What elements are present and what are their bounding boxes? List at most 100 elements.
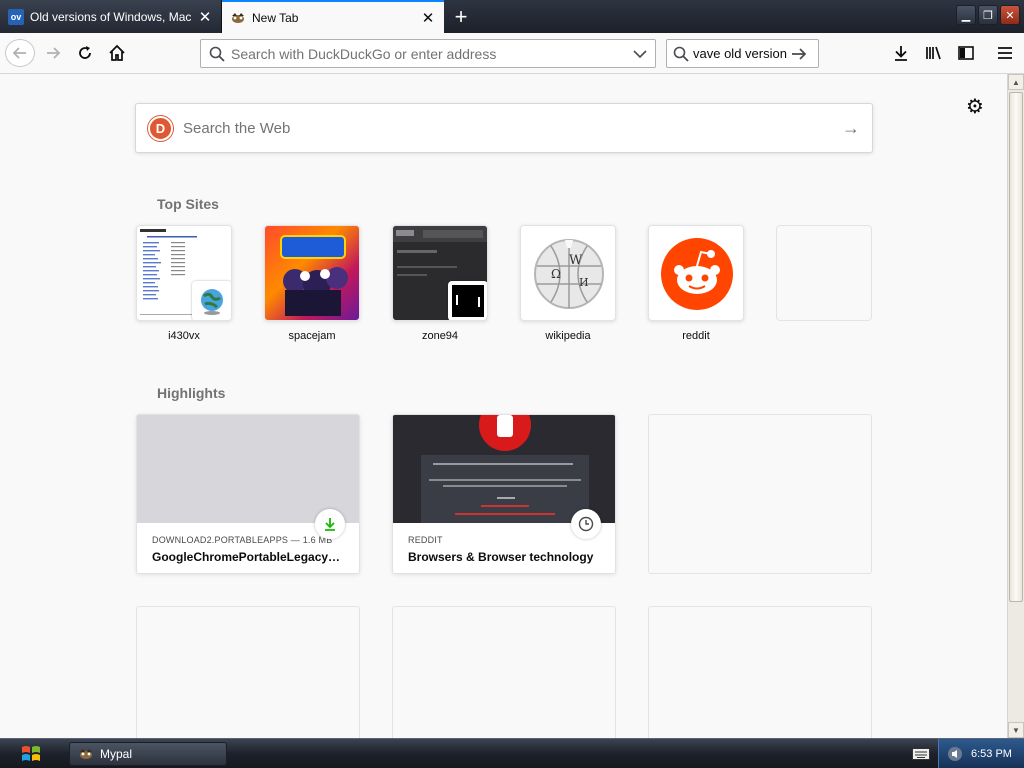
search-icon [209,46,225,62]
spacejam-poster-image [280,235,348,316]
svg-text:Ω: Ω [551,267,561,281]
url-bar[interactable] [200,39,656,68]
search-arrow-icon[interactable]: → [842,118,860,139]
empty-highlight-slot [136,606,360,738]
top-site-reddit[interactable]: reddit [648,225,744,342]
library-button[interactable] [919,39,949,67]
close-window-icon[interactable]: ✕ [1000,5,1020,25]
pong-icon [448,281,487,320]
top-site-empty-slot [776,225,872,330]
close-tab-icon[interactable]: ✕ [197,9,213,26]
tab-title: New Tab [252,10,299,25]
site-label: zone94 [421,330,459,342]
site-thumbnail [136,225,232,321]
web-search-box[interactable]: D → [135,103,873,153]
svg-text:W: W [569,253,583,268]
navigation-toolbar [0,33,1024,74]
close-tab-icon[interactable]: ✕ [420,10,436,27]
start-button[interactable] [2,741,60,767]
new-tab-button[interactable]: + [444,0,478,33]
scrollbar-thumb[interactable] [1009,92,1023,602]
task-label: Mypal [100,747,133,761]
site-label: spacejam [288,330,336,342]
scroll-down-icon[interactable]: ▼ [1008,722,1024,738]
search-bar-input[interactable] [693,46,791,61]
site-label: wikipedia [545,330,591,342]
menu-button[interactable] [990,39,1020,67]
downloads-button[interactable] [886,39,916,67]
tab-title: Old versions of Windows, Mac and [30,9,193,24]
forward-arrow-icon [47,47,61,59]
highlights-heading: Highlights [157,385,226,401]
svg-text:И: И [579,276,589,289]
empty-highlight-slot [648,606,872,738]
home-icon [109,44,125,61]
library-icon [926,46,941,60]
clock-icon [571,509,601,539]
home-button[interactable] [102,39,132,67]
chevron-down-icon[interactable] [633,49,647,59]
card-image [393,415,615,523]
taskbar-item-mypal[interactable]: Mypal [69,742,227,766]
back-button[interactable] [5,39,35,67]
highlight-card[interactable]: REDDIT Browsers & Browser technology [392,414,616,574]
site-thumbnail: Ω W И [520,225,616,321]
site-thumbnail [392,225,488,321]
go-arrow-icon[interactable] [791,47,807,61]
new-tab-page: ⚙ D → Top Sites i430vx [0,74,1007,738]
clock[interactable]: 6:53 PM [971,748,1012,760]
duckduckgo-logo-icon: D [148,115,173,141]
sidebar-toggle-button[interactable] [951,39,981,67]
vertical-scrollbar[interactable]: ▲ ▼ [1007,74,1024,738]
top-site-wikipedia[interactable]: Ω W И wikipedia [520,225,616,342]
card-image [137,415,359,523]
tab-favicon: ov [8,8,24,25]
tab-old-versions[interactable]: ov Old versions of Windows, Mac and ✕ [0,0,222,33]
download-icon [895,46,907,61]
top-site-i430vx[interactable]: i430vx [136,225,232,342]
search-bar[interactable] [666,39,819,68]
tab-strip: ov Old versions of Windows, Mac and ✕ Ne… [0,0,1024,33]
windows-taskbar: Mypal 6:53 PM [0,738,1024,768]
window-controls: ▁ ❐ ✕ [956,5,1020,25]
card-title: Browsers & Browser technology [408,550,594,564]
site-thumbnail [648,225,744,321]
card-source: DOWNLOAD2.PORTABLEAPPS — 1.6 MB [152,535,333,545]
volume-icon[interactable] [947,746,963,762]
hamburger-menu-icon [998,47,1012,59]
mypal-app-icon [80,749,92,759]
empty-highlight-slot [392,606,616,738]
download-icon [315,509,345,539]
top-site-spacejam[interactable]: spacejam [264,225,360,342]
site-label: i430vx [168,330,200,342]
reddit-logo-icon [661,238,733,310]
mypal-favicon-icon [230,10,246,26]
restore-icon[interactable]: ❐ [978,5,998,25]
keyboard-icon[interactable] [910,745,932,763]
highlight-card[interactable]: DOWNLOAD2.PORTABLEAPPS — 1.6 MB GoogleCh… [136,414,360,574]
forward-button[interactable] [38,39,68,67]
scroll-up-icon[interactable]: ▲ [1008,74,1024,90]
back-arrow-icon [12,47,26,59]
card-title: GoogleChromePortableLegacyW... [152,550,344,564]
system-tray: 6:53 PM [938,739,1024,768]
top-sites-heading: Top Sites [157,196,219,212]
reddit-page-screenshot [421,415,589,523]
url-input[interactable] [231,45,633,62]
top-site-zone94[interactable]: zone94 [392,225,488,342]
web-search-input[interactable] [183,119,842,137]
site-thumbnail [264,225,360,321]
empty-site-thumbnail [776,225,872,321]
windows-logo-icon [22,746,40,761]
wikipedia-globe-icon: Ω W И [534,239,604,309]
minimize-icon[interactable]: ▁ [956,5,976,25]
reload-button[interactable] [70,39,100,67]
reload-icon [79,46,91,59]
site-label: reddit [682,330,710,342]
empty-highlight-slot [648,414,872,574]
tab-new-tab[interactable]: New Tab ✕ [222,0,444,33]
search-icon [673,46,689,62]
gear-icon[interactable]: ⚙ [966,94,984,119]
globe-icon [192,281,231,320]
sidebar-icon [958,46,974,60]
